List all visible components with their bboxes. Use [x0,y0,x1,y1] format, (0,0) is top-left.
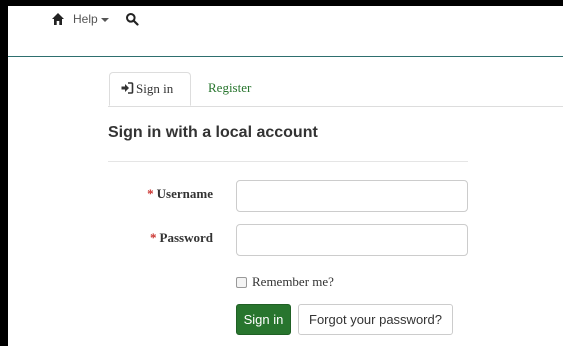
help-label: Help [73,12,98,26]
home-icon[interactable] [51,12,65,26]
search-icon[interactable] [125,12,139,26]
tab-register[interactable]: Register [208,72,251,106]
page-heading: Sign in with a local account [108,124,318,141]
forgot-password-button[interactable]: Forgot your password? [298,304,453,335]
remember-me-label[interactable]: Remember me? [252,274,334,290]
username-label: * Username [128,186,213,202]
navbar: Help [8,6,563,57]
sign-in-button[interactable]: Sign in [236,304,291,335]
username-field[interactable] [236,180,468,212]
password-label: * Password [128,230,213,246]
required-marker: * [147,186,154,201]
auth-tabs: Sign in Register [108,72,563,107]
tab-sign-in[interactable]: Sign in [109,72,191,106]
username-label-text: Username [156,186,213,201]
required-marker: * [150,230,157,245]
password-field[interactable] [236,224,468,256]
app-frame: Help Sign in Register Sign in with a loc… [8,6,563,346]
tab-sign-in-label: Sign in [136,81,174,96]
tab-register-label: Register [208,80,252,95]
divider [108,161,468,162]
password-label-text: Password [159,230,213,245]
chevron-down-icon [100,17,109,22]
help-dropdown[interactable]: Help [73,11,109,27]
sign-in-icon [121,82,134,94]
remember-me-checkbox[interactable] [236,277,247,288]
